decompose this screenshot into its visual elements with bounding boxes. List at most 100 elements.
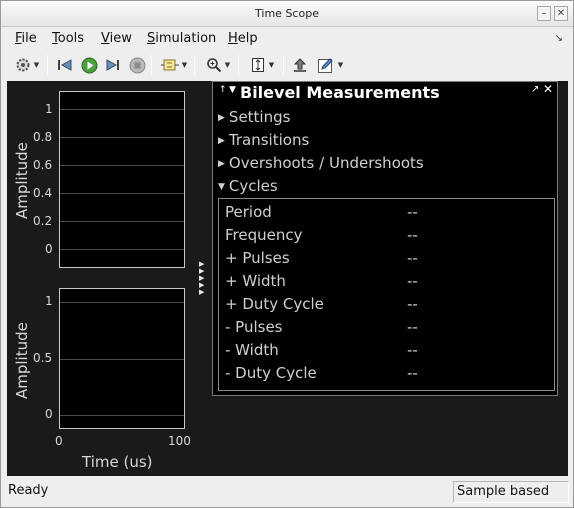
table-row: - Pulses --	[225, 318, 545, 338]
bottom-axes[interactable]	[59, 288, 185, 429]
run-icon	[81, 57, 97, 73]
menu-bar: File Tools View Simulation Help ↘	[1, 27, 573, 49]
scale-axes-icon	[251, 58, 264, 72]
minimize-button[interactable]: –	[537, 6, 551, 21]
menu-tools[interactable]: Tools	[52, 31, 84, 46]
chevron-down-icon: ▼	[337, 61, 344, 69]
bottom-ylabel: Amplitude	[13, 322, 31, 399]
measurement-label: Frequency	[225, 226, 303, 244]
menu-simulation[interactable]: Simulation	[147, 31, 216, 46]
section-overshoots-undershoots[interactable]: ▶ Overshoots / Undershoots	[218, 154, 424, 172]
sample-mode-indicator: Sample based	[453, 481, 569, 503]
chevron-right-icon: ▶	[218, 159, 225, 169]
y-tick-label: 0.6	[33, 158, 53, 172]
top-axes[interactable]	[59, 91, 185, 268]
measurement-value: --	[407, 364, 418, 382]
settings-button[interactable]: ▼	[10, 53, 44, 77]
y-tick-label: 0	[45, 407, 53, 421]
highlight-block-button[interactable]: ▼	[157, 53, 191, 77]
gridline	[60, 415, 184, 416]
gridline	[60, 221, 184, 222]
bilevel-measurements-panel: ↑ ▼ Bilevel Measurements ↗ ✕ ▶ Settings ▶…	[212, 81, 558, 396]
stop-button[interactable]	[127, 53, 147, 77]
top-ylabel: Amplitude	[13, 142, 31, 219]
y-tick-label: 0.5	[33, 351, 53, 365]
chevron-down-icon: ▼	[218, 182, 225, 192]
chevron-right-icon: ▶	[218, 136, 225, 146]
close-button[interactable]: ✕	[554, 6, 568, 21]
chevron-down-icon: ▼	[268, 61, 275, 69]
pin-icon[interactable]: ↑	[219, 85, 227, 95]
send-to-back-button[interactable]	[290, 53, 310, 77]
collapse-panel-handle[interactable]: ▶ ▶ ▶ ▶ ▶	[199, 261, 207, 296]
measurement-label: + Width	[225, 272, 286, 290]
toolbar-separator	[194, 55, 195, 75]
scale-axes-button[interactable]: ▼	[245, 53, 279, 77]
time-scope-window: Time Scope – ✕ File Tools View Simulatio…	[0, 0, 574, 508]
measurement-label: + Duty Cycle	[225, 295, 324, 313]
table-row: Frequency --	[225, 226, 545, 246]
table-row: + Width --	[225, 272, 545, 292]
measurement-value: --	[407, 341, 418, 359]
panel-title: Bilevel Measurements	[240, 83, 440, 102]
run-button[interactable]	[79, 53, 99, 77]
x-tick-label: 0	[55, 434, 63, 448]
measurement-label: + Pulses	[225, 249, 290, 267]
step-forward-button[interactable]	[103, 53, 123, 77]
measurement-label: - Duty Cycle	[225, 364, 317, 382]
edit-icon	[317, 58, 333, 73]
section-label: Cycles	[228, 177, 278, 195]
measurement-value: --	[407, 203, 418, 221]
table-row: - Duty Cycle --	[225, 364, 545, 384]
section-cycles[interactable]: ▼ Cycles	[218, 177, 278, 195]
measurement-label: - Width	[225, 341, 279, 359]
menu-view[interactable]: View	[101, 31, 132, 46]
menu-simulation-rest: imulation	[155, 31, 217, 46]
menu-tools-rest: ools	[57, 31, 85, 46]
y-tick-label: 0.4	[33, 186, 53, 200]
title-bar[interactable]: Time Scope – ✕	[1, 1, 573, 27]
measurement-label: Period	[225, 203, 272, 221]
menu-help[interactable]: Help	[228, 31, 258, 46]
measurement-value: --	[407, 249, 418, 267]
collapse-icon[interactable]: ▼	[229, 85, 236, 95]
chevron-down-icon: ▼	[181, 61, 188, 69]
toolbar-separator	[151, 55, 152, 75]
chevron-down-icon: ▼	[33, 61, 40, 69]
window-title: Time Scope	[255, 7, 319, 20]
measurement-value: --	[407, 272, 418, 290]
section-settings[interactable]: ▶ Settings	[218, 108, 290, 126]
menu-file[interactable]: File	[15, 31, 37, 46]
zoom-button[interactable]: ▼	[201, 53, 235, 77]
step-back-button[interactable]	[55, 53, 75, 77]
measurement-value: --	[407, 318, 418, 336]
gridline	[60, 109, 184, 110]
undock-icon[interactable]: ↗	[531, 84, 539, 95]
gridline	[60, 137, 184, 138]
step-forward-icon	[106, 59, 119, 71]
x-tick-label: 100	[168, 434, 191, 448]
zoom-icon	[206, 58, 222, 73]
toolbar-separator	[238, 55, 239, 75]
section-label: Settings	[228, 108, 291, 126]
section-label: Overshoots / Undershoots	[228, 154, 424, 172]
close-panel-icon[interactable]: ✕	[543, 82, 553, 96]
y-tick-label: 0.2	[33, 214, 53, 228]
settings-icon	[16, 58, 30, 72]
table-row: Period --	[225, 203, 545, 223]
toolbar-separator	[283, 55, 284, 75]
chevron-right-icon: ▶	[218, 113, 225, 123]
table-row: + Pulses --	[225, 249, 545, 269]
menu-file-rest: ile	[21, 31, 37, 46]
y-tick-label: 1	[45, 294, 53, 308]
menu-view-rest: iew	[109, 31, 132, 46]
highlight-block-icon	[160, 59, 179, 71]
edit-button[interactable]: ▼	[313, 53, 347, 77]
step-back-icon	[58, 59, 72, 71]
section-transitions[interactable]: ▶ Transitions	[218, 131, 309, 149]
menu-view-mnemonic: V	[101, 31, 110, 46]
dock-icon[interactable]: ↘	[555, 33, 563, 44]
toolbar-separator	[47, 55, 48, 75]
gridline	[60, 359, 184, 360]
y-tick-label: 0.8	[33, 130, 53, 144]
